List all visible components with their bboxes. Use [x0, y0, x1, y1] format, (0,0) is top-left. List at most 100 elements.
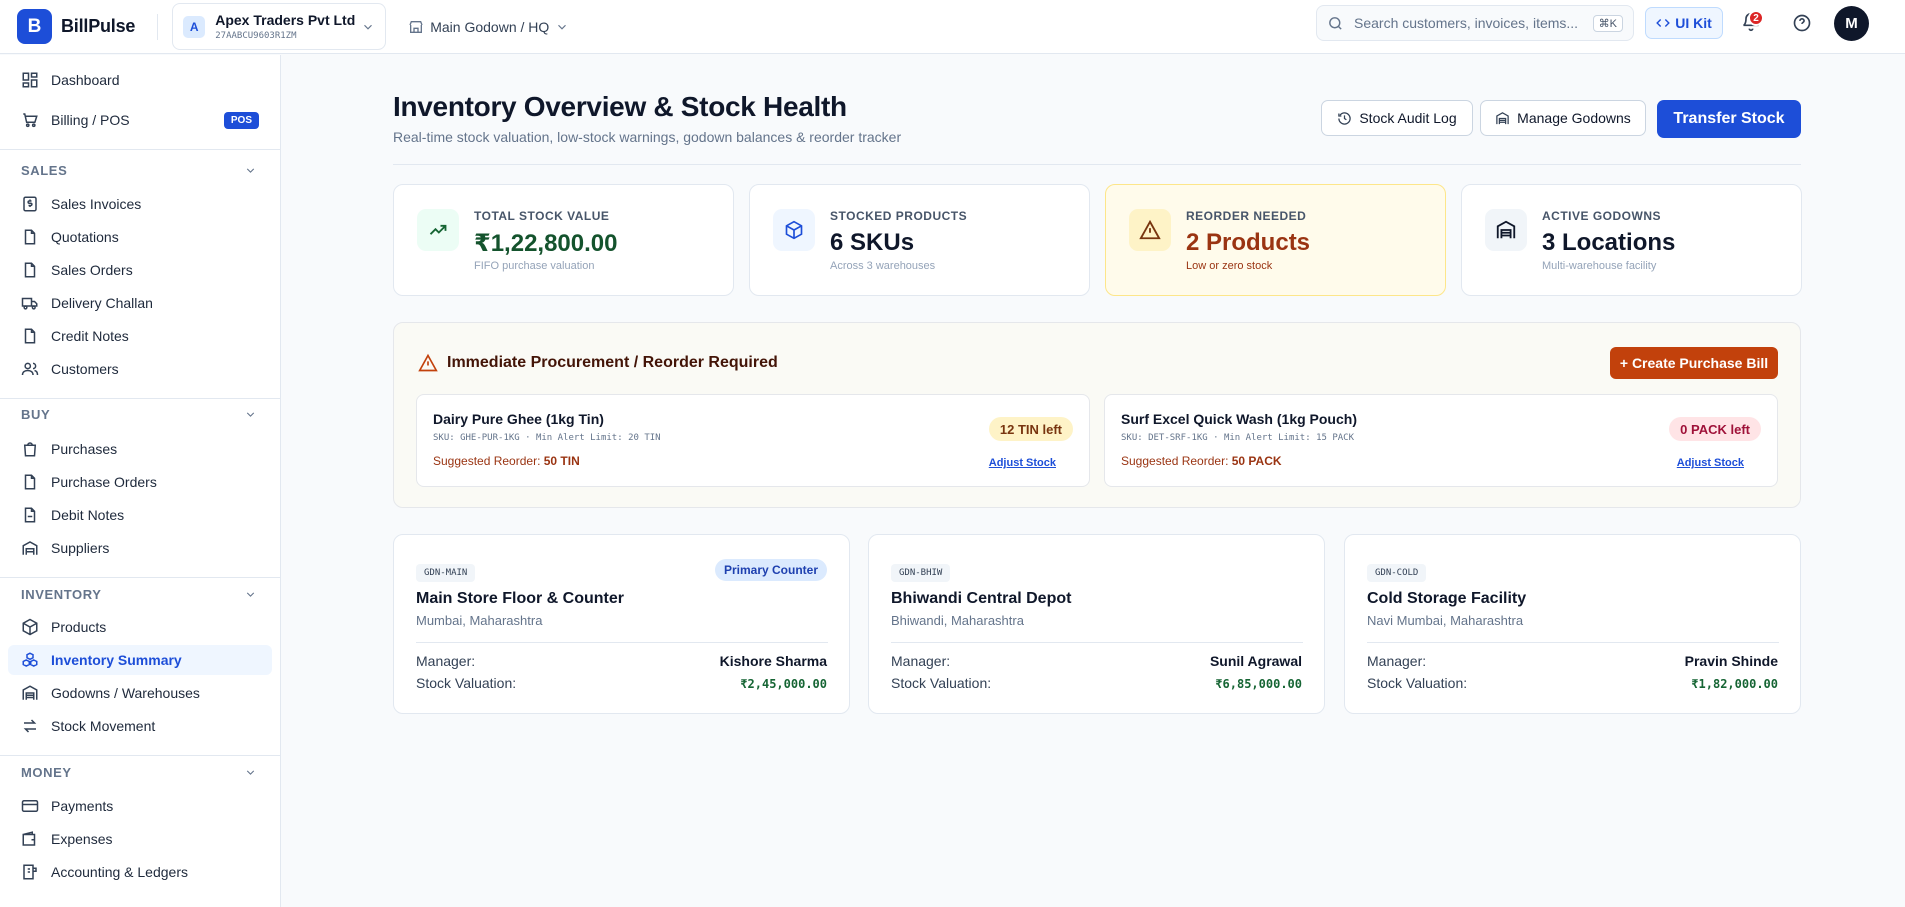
- stat-label: REORDER NEEDED: [1186, 209, 1307, 223]
- stock-audit-log-button[interactable]: Stock Audit Log: [1321, 100, 1473, 136]
- pos-badge: POS: [223, 111, 259, 129]
- file-icon: [24, 328, 36, 344]
- stat-card-stocked-products: STOCKED PRODUCTS 6 SKUs Across 3 warehou…: [749, 184, 1090, 296]
- section-money[interactable]: MONEY: [21, 765, 257, 780]
- godown-location: Navi Mumbai, Maharashtra: [1367, 613, 1524, 628]
- help-icon[interactable]: [1792, 13, 1812, 33]
- sidebar-item-label: Purchases: [51, 441, 118, 457]
- sidebar-item-delivery-challan[interactable]: Delivery Challan: [8, 288, 272, 318]
- sidebar-item-customers[interactable]: Customers: [8, 354, 272, 384]
- org-avatar: A: [183, 15, 206, 38]
- sidebar-item-debit-notes[interactable]: Debit Notes: [8, 500, 272, 530]
- godown-name: Cold Storage Facility: [1367, 590, 1527, 607]
- section-title: MONEY: [21, 765, 72, 780]
- brand[interactable]: B BillPulse: [17, 9, 135, 44]
- transfer-stock-button[interactable]: Transfer Stock: [1657, 100, 1801, 138]
- suggested-reorder: Suggested Reorder: 50 PACK: [1121, 454, 1282, 468]
- godown-divider: [891, 642, 1303, 643]
- sidebar: Dashboard Billing / POS POS SALES Sales …: [0, 55, 281, 907]
- stat-note: Across 3 warehouses: [830, 260, 936, 272]
- stock-valuation: ₹6,85,000.00: [1215, 677, 1302, 691]
- arrows-exchange-icon: [23, 719, 37, 733]
- section-inventory[interactable]: INVENTORY: [21, 587, 257, 602]
- sidebar-item-label: Billing / POS: [51, 112, 130, 128]
- manager-label: Manager:: [891, 653, 951, 669]
- sidebar-item-inventory-summary[interactable]: Inventory Summary: [8, 645, 272, 675]
- sidebar-item-stock-movement[interactable]: Stock Movement: [8, 711, 272, 741]
- suggest-label: Suggested Reorder:: [1121, 454, 1229, 468]
- sidebar-item-dashboard[interactable]: Dashboard: [8, 65, 272, 95]
- valuation-label: Stock Valuation:: [416, 675, 517, 691]
- godown-code: GDN-COLD: [1367, 564, 1427, 582]
- stock-left-badge: 0 PACK left: [1669, 417, 1761, 441]
- manager-name: Pravin Shinde: [1684, 653, 1778, 669]
- notification-count: 2: [1748, 10, 1764, 26]
- dollar-file-icon: [23, 196, 37, 212]
- godown-switcher[interactable]: Main Godown / HQ: [408, 19, 575, 35]
- product-name: Dairy Pure Ghee (1kg Tin): [433, 411, 604, 427]
- manager-name: Sunil Agrawal: [1209, 653, 1302, 669]
- box-icon: [22, 618, 38, 636]
- sidebar-item-label: Products: [51, 619, 107, 635]
- section-title: SALES: [21, 163, 68, 178]
- stat-label: STOCKED PRODUCTS: [830, 209, 968, 223]
- stat-card-reorder-needed: REORDER NEEDED 2 Products Low or zero st…: [1105, 184, 1446, 296]
- organization-switcher[interactable]: A Apex Traders Pvt Ltd 27AABCU9603R1ZM: [172, 3, 387, 50]
- sidebar-item-label: Expenses: [51, 831, 113, 847]
- sidebar-item-accounting[interactable]: Accounting & Ledgers: [8, 857, 272, 887]
- sidebar-item-purchases[interactable]: Purchases: [8, 434, 272, 464]
- header-divider: [157, 13, 159, 40]
- ui-kit-label: UI Kit: [1675, 15, 1712, 31]
- sidebar-item-label: Debit Notes: [51, 507, 125, 523]
- product-name: Surf Excel Quick Wash (1kg Pouch): [1121, 411, 1357, 427]
- stock-valuation: ₹2,45,000.00: [740, 677, 827, 691]
- chevron-down-icon: [246, 592, 255, 597]
- adjust-stock-link[interactable]: Adjust Stock: [989, 457, 1056, 469]
- dashboard-icon: [22, 72, 38, 88]
- create-purchase-bill-button[interactable]: + Create Purchase Bill: [1610, 347, 1778, 379]
- stat-label: ACTIVE GODOWNS: [1542, 209, 1662, 223]
- stat-note: Low or zero stock: [1186, 260, 1273, 272]
- ui-kit-button[interactable]: UI Kit: [1645, 7, 1723, 39]
- sidebar-item-godowns[interactable]: Godowns / Warehouses: [8, 678, 272, 708]
- file-icon: [24, 229, 36, 245]
- org-gstin: 27AABCU9603R1ZM: [215, 31, 297, 41]
- users-icon: [21, 362, 39, 376]
- sidebar-item-billing-pos[interactable]: Billing / POS POS: [8, 105, 272, 135]
- section-sales[interactable]: SALES: [21, 163, 257, 178]
- sidebar-item-label: Suppliers: [51, 540, 110, 556]
- sidebar-item-payments[interactable]: Payments: [8, 791, 272, 821]
- stat-note: FIFO purchase valuation: [474, 260, 595, 272]
- user-avatar[interactable]: M: [1834, 6, 1869, 41]
- godown-card[interactable]: GDN-COLD Cold Storage Facility Navi Mumb…: [1344, 534, 1801, 714]
- section-title: INVENTORY: [21, 587, 102, 602]
- stat-value: 2 Products: [1186, 229, 1311, 256]
- manage-godowns-button[interactable]: Manage Godowns: [1480, 100, 1646, 136]
- godown-location: Bhiwandi, Maharashtra: [891, 613, 1024, 628]
- godown-code: GDN-BHIW: [891, 564, 951, 582]
- godown-card[interactable]: GDN-BHIW Bhiwandi Central Depot Bhiwandi…: [868, 534, 1325, 714]
- godown-name: Main Store Floor & Counter: [416, 590, 624, 607]
- global-search[interactable]: Search customers, invoices, items... ⌘K: [1316, 5, 1634, 41]
- section-buy[interactable]: BUY: [21, 407, 257, 422]
- godown-code: GDN-MAIN: [416, 564, 476, 582]
- store-icon: [409, 20, 423, 33]
- manager-label: Manager:: [416, 653, 476, 669]
- sidebar-item-suppliers[interactable]: Suppliers: [8, 533, 272, 563]
- sidebar-item-sales-invoices[interactable]: Sales Invoices: [8, 189, 272, 219]
- search-input[interactable]: Search customers, invoices, items...: [1354, 15, 1593, 31]
- sidebar-item-products[interactable]: Products: [8, 612, 272, 642]
- file-icon: [24, 474, 36, 490]
- stock-valuation: ₹1,82,000.00: [1691, 677, 1778, 691]
- godown-card[interactable]: GDN-MAIN Primary Counter Main Store Floo…: [393, 534, 850, 714]
- sidebar-item-expenses[interactable]: Expenses: [8, 824, 272, 854]
- sidebar-item-purchase-orders[interactable]: Purchase Orders: [8, 467, 272, 497]
- warehouse-icon: [22, 685, 38, 700]
- sidebar-item-label: Purchase Orders: [51, 474, 157, 490]
- reorder-item: Surf Excel Quick Wash (1kg Pouch) SKU: D…: [1104, 394, 1778, 487]
- sidebar-item-sales-orders[interactable]: Sales Orders: [8, 255, 272, 285]
- manager-label: Manager:: [1367, 653, 1427, 669]
- adjust-stock-link[interactable]: Adjust Stock: [1677, 457, 1744, 469]
- sidebar-item-credit-notes[interactable]: Credit Notes: [8, 321, 272, 351]
- sidebar-item-quotations[interactable]: Quotations: [8, 222, 272, 252]
